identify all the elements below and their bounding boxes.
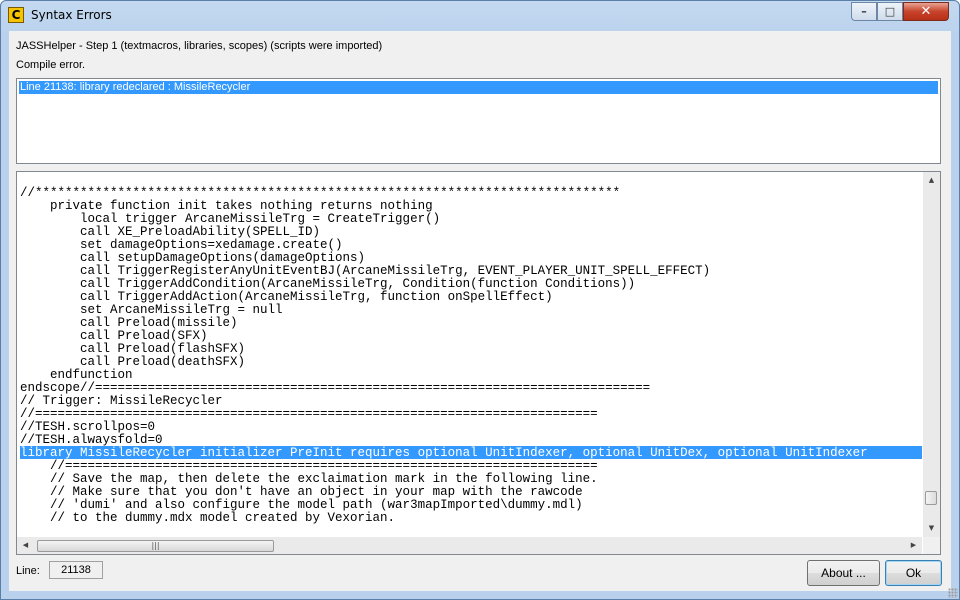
horizontal-scroll-thumb[interactable]: ||| (37, 540, 274, 552)
dialog-client-area: JASSHelper - Step 1 (textmacros, librari… (9, 31, 951, 591)
compile-status-label: Compile error. (16, 59, 86, 71)
line-number-field: 21138 (49, 561, 103, 579)
code-line[interactable]: endscope//==============================… (20, 381, 922, 395)
error-list[interactable]: Line 21138: library redeclared : Missile… (16, 78, 941, 164)
code-line[interactable]: //TESH.alwaysfold=0 (20, 433, 922, 447)
code-line[interactable]: call setupDamageOptions(damageOptions) (20, 251, 922, 265)
code-line[interactable]: local trigger ArcaneMissileTrg = CreateT… (20, 212, 922, 226)
vertical-scroll-thumb[interactable] (925, 491, 937, 505)
code-line[interactable]: call Preload(deathSFX) (20, 355, 922, 369)
code-line[interactable]: endfunction (20, 368, 922, 382)
code-lines[interactable]: //**************************************… (20, 186, 922, 524)
code-line[interactable]: //======================================… (20, 459, 922, 473)
code-line[interactable]: // to the dummy.mdx model created by Vex… (20, 511, 922, 524)
scrollbar-corner (923, 537, 940, 554)
code-line[interactable]: // Make sure that you don't have an obje… (20, 485, 922, 499)
window-title: Syntax Errors (31, 8, 112, 22)
code-line[interactable]: call Preload(flashSFX) (20, 342, 922, 356)
resize-grip-icon[interactable] (948, 588, 958, 598)
app-icon: C (8, 7, 24, 23)
scroll-up-arrow-icon[interactable]: ▲ (923, 172, 940, 189)
code-line[interactable]: //TESH.scrollpos=0 (20, 420, 922, 434)
scroll-down-arrow-icon[interactable]: ▼ (923, 520, 940, 537)
maximize-button[interactable]: □ (877, 2, 903, 21)
error-list-item[interactable]: Line 21138: library redeclared : Missile… (19, 81, 938, 94)
code-line[interactable]: // Save the map, then delete the exclaim… (20, 472, 922, 486)
ok-button[interactable]: Ok (885, 560, 942, 586)
close-button[interactable]: ✕ (903, 2, 949, 21)
syntax-errors-dialog: C Syntax Errors – □ ✕ JASSHelper - Step … (0, 0, 960, 600)
code-line[interactable]: //======================================… (20, 407, 922, 421)
code-line[interactable]: set ArcaneMissileTrg = null (20, 303, 922, 317)
line-label: Line: (16, 565, 40, 577)
code-line[interactable]: call Preload(missile) (20, 316, 922, 330)
code-line[interactable]: set damageOptions=xedamage.create() (20, 238, 922, 252)
code-line[interactable]: call TriggerRegisterAnyUnitEventBJ(Arcan… (20, 264, 922, 278)
vertical-scrollbar[interactable]: ▲ ▼ (923, 172, 940, 537)
code-line[interactable]: // 'dumi' and also configure the model p… (20, 498, 922, 512)
code-line[interactable]: private function init takes nothing retu… (20, 199, 922, 213)
code-line[interactable]: // Trigger: MissileRecycler (20, 394, 922, 408)
code-line-highlighted[interactable]: library MissileRecycler initializer PreI… (20, 446, 922, 460)
scroll-right-arrow-icon[interactable]: ▶ (905, 537, 922, 554)
about-button[interactable]: About ... (807, 560, 880, 586)
code-line[interactable]: call TriggerAddAction(ArcaneMissileTrg, … (20, 290, 922, 304)
minimize-button[interactable]: – (851, 2, 877, 21)
step-label: JASSHelper - Step 1 (textmacros, librari… (16, 40, 383, 52)
title-bar[interactable]: C Syntax Errors – □ ✕ (1, 1, 959, 29)
code-view[interactable]: //**************************************… (16, 171, 941, 555)
scroll-left-arrow-icon[interactable]: ◀ (17, 537, 34, 554)
code-line[interactable]: call TriggerAddCondition(ArcaneMissileTr… (20, 277, 922, 291)
code-line[interactable]: call XE_PreloadAbility(SPELL_ID) (20, 225, 922, 239)
code-line[interactable]: call Preload(SFX) (20, 329, 922, 343)
code-line[interactable]: //**************************************… (20, 186, 922, 200)
horizontal-scrollbar[interactable]: ◀ ||| ▶ (17, 537, 922, 554)
